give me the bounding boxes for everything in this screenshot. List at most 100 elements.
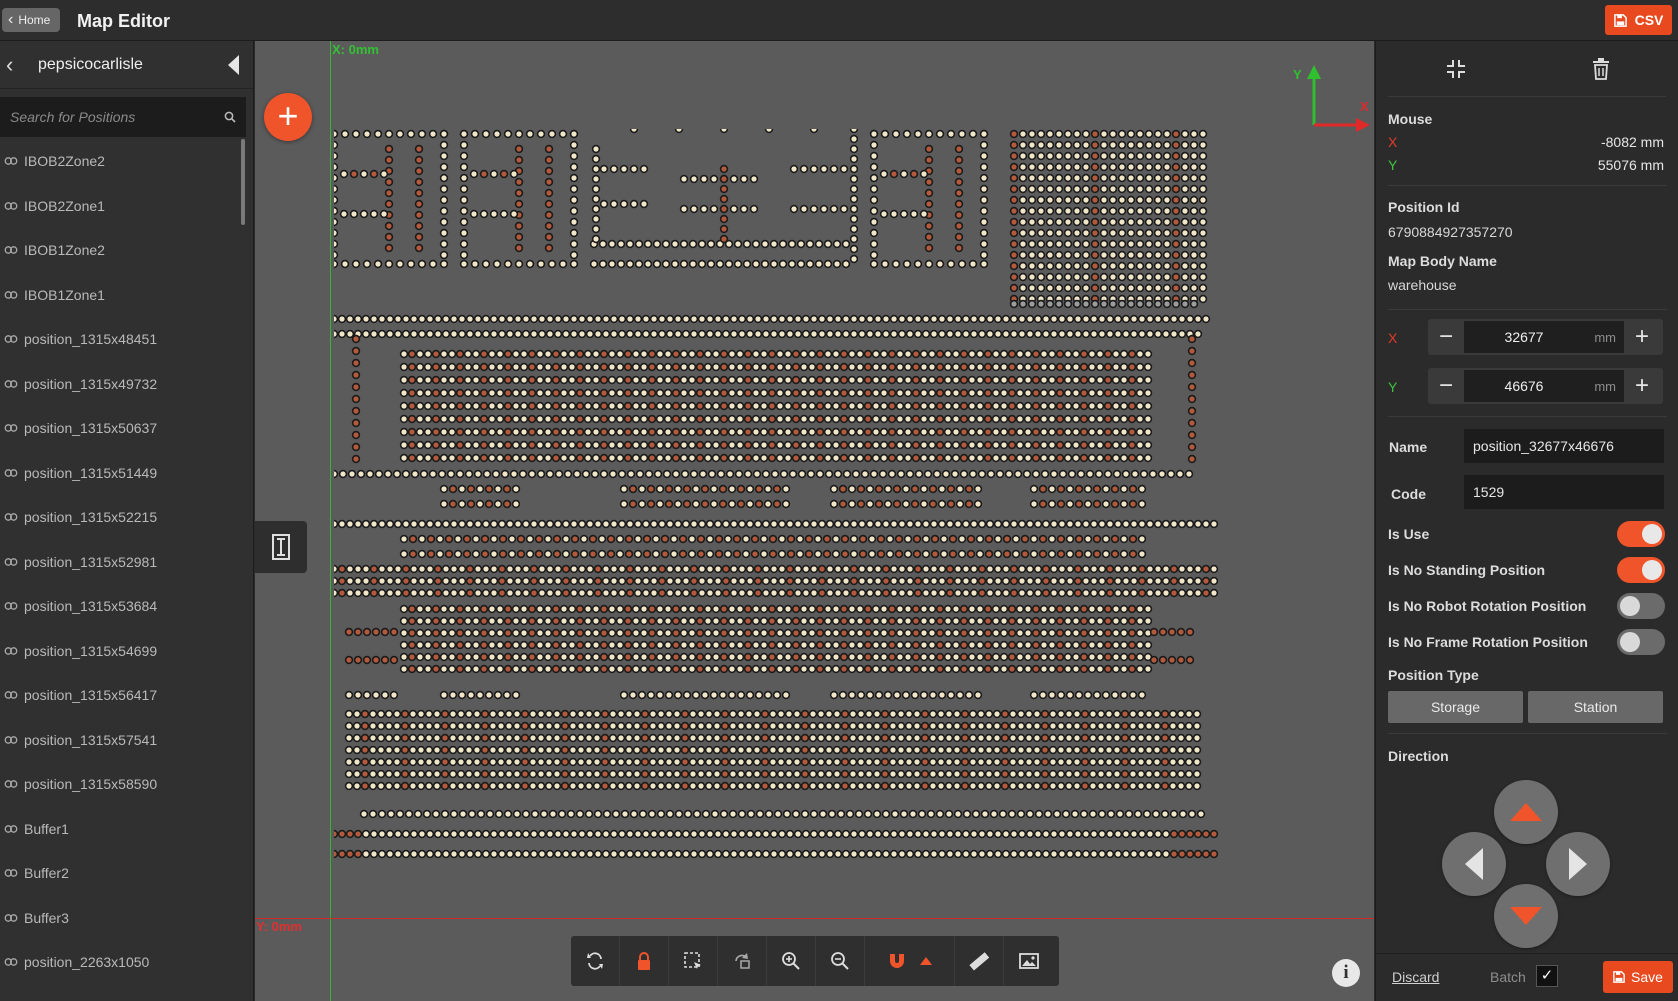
y-origin-label: Y: 0mm xyxy=(256,919,302,934)
list-item-label: position_1315x58590 xyxy=(24,776,158,793)
direction-right-button[interactable] xyxy=(1546,832,1610,896)
background-image-button[interactable] xyxy=(1004,936,1053,986)
caret-up-icon[interactable] xyxy=(919,956,933,966)
warehouse-map[interactable] xyxy=(334,129,1314,869)
list-item[interactable]: IBOB1Zone2 xyxy=(0,228,246,273)
snap-button[interactable] xyxy=(865,936,955,986)
x-origin-label: X: 0mm xyxy=(332,42,379,57)
list-item[interactable]: position_1315x48451 xyxy=(0,317,246,362)
list-item-label: IBOB2Zone2 xyxy=(24,153,105,170)
list-item-label: Buffer3 xyxy=(24,909,69,926)
info-icon[interactable]: i xyxy=(1332,959,1360,987)
map-canvas[interactable]: X: 0mm Y: 0mm + Y X i xyxy=(255,41,1374,1001)
list-item[interactable]: Buffer2 xyxy=(0,851,246,896)
code-label: Code xyxy=(1391,486,1426,502)
list-item[interactable]: IBOB2Zone2 xyxy=(0,139,246,184)
link-icon xyxy=(4,201,18,210)
refresh-button[interactable] xyxy=(571,936,620,986)
batch-label: Batch xyxy=(1490,969,1526,985)
no-standing-label: Is No Standing Position xyxy=(1388,562,1546,578)
direction-left-button[interactable] xyxy=(1442,832,1506,896)
rotate-button[interactable] xyxy=(718,936,767,986)
map-body-label: Map Body Name xyxy=(1388,253,1497,269)
direction-down-button[interactable] xyxy=(1494,884,1558,948)
list-item[interactable]: IBOB2Zone1 xyxy=(0,184,246,229)
code-input[interactable] xyxy=(1473,484,1664,500)
link-icon xyxy=(4,379,18,388)
x-increment-button[interactable]: + xyxy=(1624,319,1660,355)
list-item[interactable]: position_1315x49732 xyxy=(0,362,246,407)
list-item[interactable]: position_1315x57541 xyxy=(0,718,246,763)
y-unit: mm xyxy=(1594,378,1616,394)
batch-checkbox[interactable]: ✓ xyxy=(1536,965,1558,987)
list-item-label: position_1315x54699 xyxy=(24,642,158,659)
x-coord-label: X xyxy=(1388,330,1398,346)
list-item[interactable]: position_1315x53684 xyxy=(0,584,246,629)
y-increment-button[interactable]: + xyxy=(1624,368,1660,404)
add-position-button[interactable]: + xyxy=(264,93,312,141)
zoom-out-icon xyxy=(831,952,849,970)
y-decrement-button[interactable]: − xyxy=(1428,368,1464,404)
axis-x-label: X xyxy=(1360,99,1369,114)
back-icon[interactable]: ‹ xyxy=(6,52,26,78)
x-decrement-button[interactable]: − xyxy=(1428,319,1464,355)
link-icon xyxy=(4,780,18,789)
no-robot-rotation-toggle[interactable] xyxy=(1617,593,1665,619)
select-area-button[interactable] xyxy=(669,936,718,986)
ruler-button[interactable] xyxy=(955,936,1004,986)
zoom-in-button[interactable] xyxy=(767,936,816,986)
sidebar-header: ‹ pepsicocarlisle xyxy=(0,41,253,89)
list-item[interactable]: Buffer1 xyxy=(0,807,246,852)
positions-sidebar: ‹ pepsicocarlisle IBOB2Zone2IBOB2Zone1IB… xyxy=(0,41,254,1001)
list-item[interactable]: position_1315x56417 xyxy=(0,673,246,718)
divider xyxy=(1388,309,1667,310)
lock-icon xyxy=(638,952,650,970)
fit-to-screen-icon[interactable] xyxy=(1445,58,1467,80)
list-item[interactable]: position_1315x54699 xyxy=(0,629,246,674)
zoom-out-button[interactable] xyxy=(816,936,865,986)
list-item[interactable]: position_2263x1050 xyxy=(0,940,246,985)
list-item[interactable]: position_1315x58590 xyxy=(0,762,246,807)
link-icon xyxy=(4,424,18,433)
station-type-button[interactable]: Station xyxy=(1528,691,1663,723)
collapse-sidebar-icon[interactable] xyxy=(228,55,239,75)
arrow-down-icon xyxy=(1510,907,1542,925)
save-button[interactable]: Save xyxy=(1603,961,1673,993)
y-coord-input[interactable] xyxy=(1464,378,1584,394)
list-item[interactable]: Buffer3 xyxy=(0,896,246,941)
list-item[interactable]: position_1315x51449 xyxy=(0,451,246,496)
lock-button[interactable] xyxy=(620,936,669,986)
x-unit: mm xyxy=(1594,329,1616,345)
link-icon xyxy=(4,646,18,655)
link-icon xyxy=(4,290,18,299)
is-use-toggle[interactable] xyxy=(1617,521,1665,547)
list-item[interactable]: position_1315x50637 xyxy=(0,406,246,451)
list-item[interactable]: position_1315x52215 xyxy=(0,495,246,540)
y-coord-field: mm xyxy=(1464,370,1624,402)
no-frame-rotation-toggle[interactable] xyxy=(1617,629,1665,655)
no-standing-toggle[interactable] xyxy=(1617,557,1665,583)
discard-link[interactable]: Discard xyxy=(1392,969,1439,985)
arrow-up-icon xyxy=(1510,803,1542,821)
home-button[interactable]: ‹ Home xyxy=(2,8,60,32)
name-input[interactable] xyxy=(1473,438,1664,454)
storage-type-button[interactable]: Storage xyxy=(1388,691,1523,723)
search-icon[interactable] xyxy=(224,111,236,123)
x-coord-input[interactable] xyxy=(1464,329,1584,345)
csv-label: CSV xyxy=(1634,12,1664,28)
map-body-value: warehouse xyxy=(1388,277,1457,293)
name-field xyxy=(1464,429,1664,463)
link-icon xyxy=(4,824,18,833)
list-item[interactable]: IBOB1Zone1 xyxy=(0,273,246,318)
trash-icon[interactable] xyxy=(1591,58,1611,80)
save-icon xyxy=(1613,971,1625,983)
y-coord-stepper: − mm + xyxy=(1428,368,1663,404)
direction-up-button[interactable] xyxy=(1494,780,1558,844)
name-label: Name xyxy=(1389,439,1428,455)
sidebar-scrollbar[interactable] xyxy=(241,139,245,225)
csv-export-button[interactable]: CSV xyxy=(1605,5,1672,35)
search-input[interactable] xyxy=(10,109,224,125)
list-item[interactable]: position_1315x52981 xyxy=(0,540,246,585)
measure-toggle-button[interactable] xyxy=(255,521,307,573)
position-id-value: 6790884927357270 xyxy=(1388,224,1513,240)
